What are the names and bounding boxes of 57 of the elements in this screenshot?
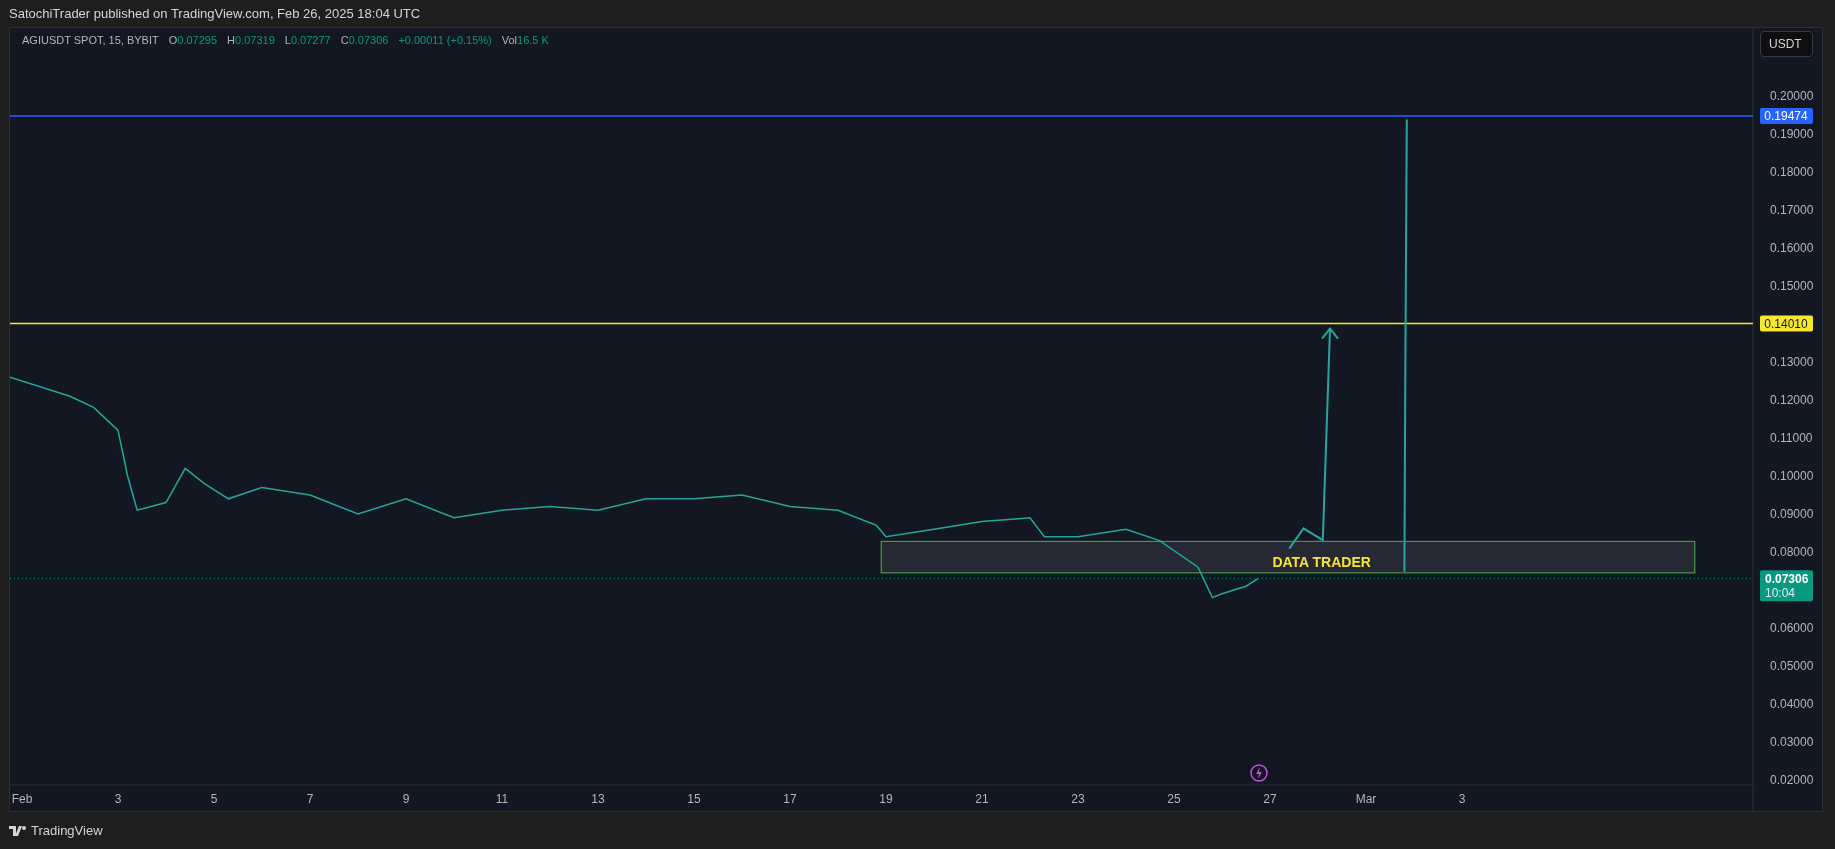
time-axis-label: 5 <box>210 792 218 806</box>
price-level-tag: 0.14010 <box>1760 315 1813 332</box>
ohlc-value: 0.07306 <box>348 33 389 48</box>
volume-value: 16.5 K <box>517 33 549 48</box>
ohlc-label: H <box>227 33 235 48</box>
symbol-info: AGIUSDT SPOT, 15, BYBIT <box>22 33 159 48</box>
brand-name: TradingView <box>31 821 103 840</box>
price-level-tag: 0.19474 <box>1760 107 1813 124</box>
ohlc-label: L <box>284 33 291 48</box>
ohlc-value: 0.07277 <box>290 33 331 48</box>
price-axis-label: 0.08000 <box>1770 545 1814 559</box>
time-axis-label: 17 <box>783 792 797 806</box>
ohlc-value: 0.07295 <box>177 33 218 48</box>
time-axis-label: 25 <box>1167 792 1181 806</box>
time-axis-label: 19 <box>879 792 893 806</box>
ref-line-label: 0.19474 <box>1764 108 1809 123</box>
price-axis-label: 0.11000 <box>1770 431 1813 445</box>
price-axis-label: 0.09000 <box>1770 507 1814 521</box>
time-axis-label: 23 <box>1071 792 1085 806</box>
price-axis-label: 0.02000 <box>1770 773 1814 787</box>
price-axis-label: 0.19000 <box>1770 127 1814 141</box>
time-axis-label: 3 <box>114 792 122 806</box>
time-axis-label: 3 <box>1458 792 1466 806</box>
publish-note: SatochiTrader published on TradingView.com, Feb 26, 2025 18:04 UTC <box>9 4 421 23</box>
price-change: +0.00011 (+0.15%) <box>398 33 492 48</box>
price-axis-label: 0.06000 <box>1770 621 1814 635</box>
last-price-tag: 0.07306 10:04 <box>1760 570 1813 602</box>
ohlc-label: O <box>168 33 178 48</box>
lightning-icon[interactable] <box>1250 764 1268 782</box>
volume-label: Vol <box>501 33 518 48</box>
price-axis-label: 0.16000 <box>1770 241 1814 255</box>
price-axis-label: 0.17000 <box>1770 203 1814 217</box>
price-axis-label: 0.05000 <box>1770 659 1814 673</box>
zone-label: DATA TRADER <box>1272 553 1371 570</box>
time-axis-label: Mar <box>1355 792 1377 806</box>
time-axis-label: 27 <box>1263 792 1277 806</box>
time-axis-label: 13 <box>591 792 605 806</box>
ohlc-label: C <box>340 33 349 48</box>
ref-line-label: 0.07306 <box>1765 572 1809 587</box>
price-axis-label: 0.04000 <box>1770 697 1814 711</box>
price-axis-label: 0.13000 <box>1770 355 1814 369</box>
brand-logo-icon <box>9 825 27 836</box>
price-axis-label: 0.03000 <box>1770 735 1814 749</box>
price-axis-label: 0.10000 <box>1770 469 1814 483</box>
ohlc-value: 0.07319 <box>235 33 275 48</box>
currency-button[interactable]: USDT <box>1760 31 1813 57</box>
time-axis-label: 9 <box>402 792 410 806</box>
price-axis-label: 0.15000 <box>1770 279 1814 293</box>
time-axis-label: 7 <box>306 792 314 806</box>
price-axis-label: 0.20000 <box>1770 89 1814 103</box>
time-axis-label: 21 <box>975 792 989 806</box>
price-axis-label: 0.12000 <box>1770 393 1814 407</box>
time-axis-label: 15 <box>687 792 701 806</box>
time-axis-label: 11 <box>495 792 509 806</box>
ref-line-label: 0.14010 <box>1764 316 1809 331</box>
time-axis-label: Feb <box>11 792 33 806</box>
price-axis-label: 0.18000 <box>1770 165 1814 179</box>
